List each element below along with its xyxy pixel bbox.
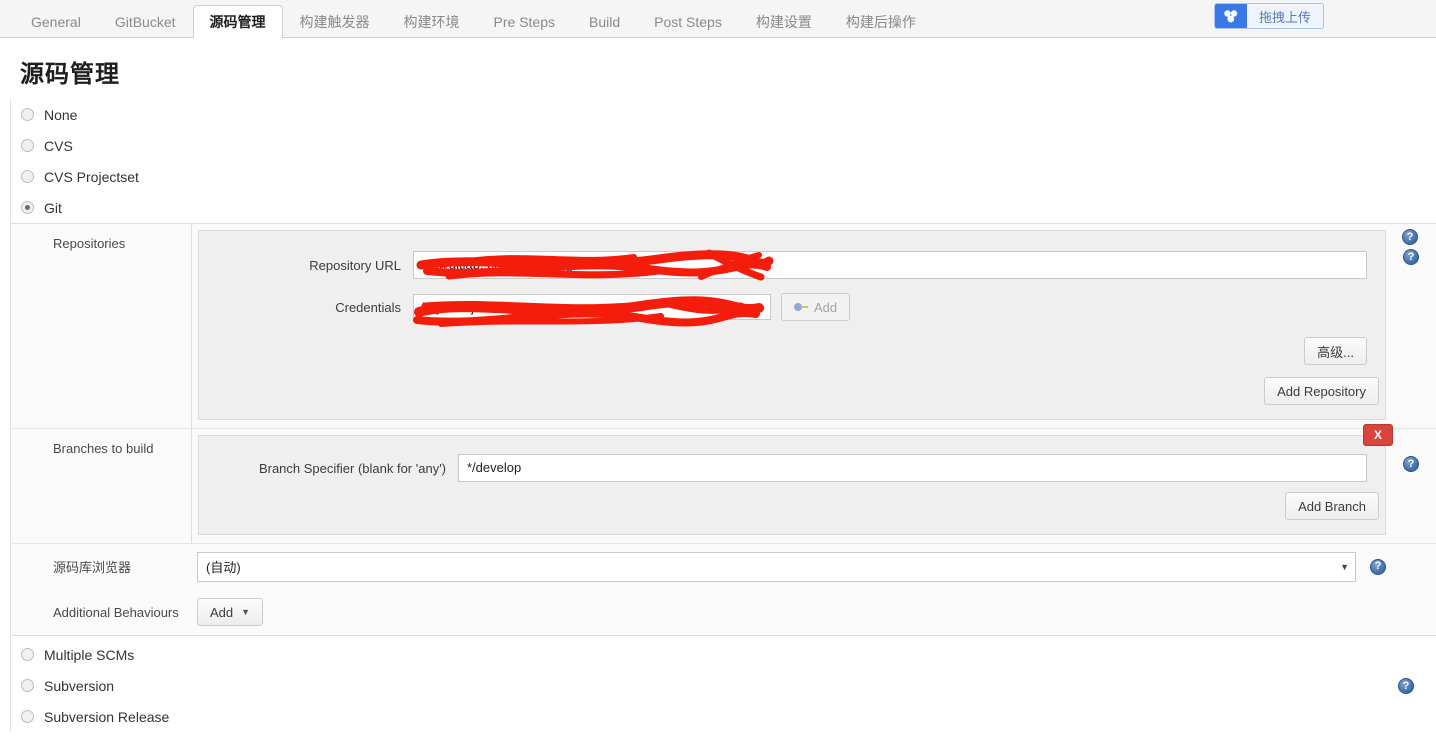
credentials-select[interactable]: key - as jenkins) ▼ xyxy=(413,294,771,320)
advanced-button-label: 高级... xyxy=(1317,344,1354,360)
repository-url-row: Repository URL git@gitlab. chat_we vice.… xyxy=(213,249,1367,281)
tab-post-build-actions[interactable]: 构建后操作 xyxy=(829,5,933,38)
scm-option-none[interactable]: None xyxy=(11,99,1436,130)
scm-selector: None CVS CVS Projectset Git Repositories… xyxy=(10,99,1436,732)
tab-build-environment[interactable]: 构建环境 xyxy=(387,5,477,38)
additional-behaviours-section: Additional Behaviours Add ▼ xyxy=(11,589,1436,635)
branch-entry-panel: X ? Branch Specifier (blank for 'any') *… xyxy=(198,424,1419,535)
key-icon xyxy=(794,303,808,311)
tab-label: Pre Steps xyxy=(493,14,555,30)
help-icon-repositories[interactable]: ? xyxy=(1402,229,1418,245)
radio-multiple-scms[interactable] xyxy=(21,648,34,661)
git-config-panel: Repositories ? ? Repository URL git@gitl… xyxy=(11,223,1436,636)
branch-specifier-input[interactable]: */develop xyxy=(458,454,1367,482)
add-repository-label: Add Repository xyxy=(1277,383,1366,399)
tab-label: 构建后操作 xyxy=(845,14,916,30)
scm-option-subversion[interactable]: Subversion ? xyxy=(11,670,1436,701)
tab-general[interactable]: General xyxy=(14,5,98,38)
advanced-button[interactable]: 高级... xyxy=(1304,337,1367,365)
scm-option-label: CVS Projectset xyxy=(44,168,139,185)
repository-browser-select[interactable]: (自动) ▼ xyxy=(197,551,1356,582)
repository-url-input[interactable]: git@gitlab. chat_we vice.git xyxy=(413,251,1367,279)
add-credentials-button[interactable]: Add xyxy=(781,293,851,321)
additional-behaviours-label: Additional Behaviours xyxy=(53,604,179,620)
help-icon-repository-url[interactable]: ? xyxy=(1403,249,1419,265)
repositories-section: Repositories ? ? Repository URL git@gitl… xyxy=(11,224,1436,428)
add-credentials-label: Add xyxy=(814,299,838,315)
help-icon-subversion[interactable]: ? xyxy=(1398,678,1414,694)
tab-label: 构建设置 xyxy=(755,14,812,30)
scm-option-cvs[interactable]: CVS xyxy=(11,130,1436,161)
scm-option-subversion-release[interactable]: Subversion Release xyxy=(11,701,1436,732)
upload-label: 拖拽上传 xyxy=(1258,9,1311,25)
chevron-down-icon: ▼ xyxy=(241,607,251,617)
chevron-down-icon: ▼ xyxy=(1340,561,1349,572)
add-branch-label: Add Branch xyxy=(1298,498,1366,514)
help-icon-repository-browser[interactable]: ? xyxy=(1370,558,1386,575)
repository-url-label: Repository URL xyxy=(309,257,401,273)
add-repository-button[interactable]: Add Repository xyxy=(1264,377,1379,405)
add-branch-button[interactable]: Add Branch xyxy=(1285,492,1379,520)
radio-git[interactable] xyxy=(21,201,34,214)
tab-gitbucket[interactable]: GitBucket xyxy=(98,5,193,38)
scm-option-multiple-scms[interactable]: Multiple SCMs xyxy=(11,639,1436,670)
scm-option-label: Subversion Release xyxy=(44,708,170,725)
tab-build[interactable]: Build xyxy=(572,5,637,38)
branch-specifier-label: Branch Specifier (blank for 'any') xyxy=(258,460,446,476)
repository-browser-value: (自动) xyxy=(206,560,241,575)
tab-pre-steps[interactable]: Pre Steps xyxy=(477,5,572,38)
credentials-row: Credentials key - as jenkins) ▼ Add xyxy=(213,293,1367,327)
repository-browser-label: 源码库浏览器 xyxy=(53,560,132,575)
tab-label: General xyxy=(31,14,81,30)
scm-option-label: Subversion xyxy=(44,677,115,694)
baidu-cloud-icon xyxy=(1214,4,1247,28)
scm-option-label: None xyxy=(44,106,78,123)
radio-cvs[interactable] xyxy=(21,139,34,152)
tab-label: Post Steps xyxy=(654,14,722,30)
tab-bar: General GitBucket 源码管理 构建触发器 构建环境 Pre St… xyxy=(0,0,1436,38)
radio-subversion[interactable] xyxy=(21,679,34,692)
delete-branch-button[interactable]: X xyxy=(1363,424,1393,446)
radio-cvs-projectset[interactable] xyxy=(21,170,34,183)
page-title: 源码管理 xyxy=(20,61,120,88)
tab-label: Build xyxy=(589,14,621,30)
tab-source-code-management[interactable]: 源码管理 xyxy=(192,5,283,38)
help-icon-branch-specifier[interactable]: ? xyxy=(1403,456,1419,472)
tab-build-triggers[interactable]: 构建触发器 xyxy=(283,5,387,38)
scm-option-label: CVS xyxy=(44,137,73,154)
scm-option-git[interactable]: Git xyxy=(11,192,1436,223)
radio-subversion-release[interactable] xyxy=(21,710,34,723)
drag-drop-upload-widget[interactable]: 拖拽上传 xyxy=(1213,3,1324,29)
branches-section: Branches to build X ? Branch Specifier (… xyxy=(11,424,1436,543)
tab-build-settings[interactable]: 构建设置 xyxy=(739,5,829,38)
credentials-label: Credentials xyxy=(335,299,401,315)
repository-browser-section: 源码库浏览器 (自动) ▼ ? xyxy=(11,543,1436,589)
add-behaviour-label: Add xyxy=(210,604,234,620)
add-behaviour-button[interactable]: Add ▼ xyxy=(197,598,264,626)
tab-label: GitBucket xyxy=(114,14,176,30)
branches-section-label: Branches to build xyxy=(53,441,154,456)
chevron-down-icon: ▼ xyxy=(755,302,764,312)
credentials-selected-value: key - as jenkins) xyxy=(422,299,516,315)
repository-entry-panel: ? Repository URL git@gitlab. chat_we vic… xyxy=(198,230,1419,420)
tab-label: 构建环境 xyxy=(403,14,460,30)
tab-label: 源码管理 xyxy=(209,14,266,30)
tab-label: 构建触发器 xyxy=(299,14,370,30)
scm-option-label: Multiple SCMs xyxy=(44,646,135,663)
repositories-section-label: Repositories xyxy=(53,236,126,251)
scm-option-cvs-projectset[interactable]: CVS Projectset xyxy=(11,161,1436,192)
branch-specifier-row: Branch Specifier (blank for 'any') */dev… xyxy=(213,454,1367,482)
radio-none[interactable] xyxy=(21,108,34,121)
scm-option-label: Git xyxy=(44,199,62,216)
tab-post-steps[interactable]: Post Steps xyxy=(637,5,739,38)
